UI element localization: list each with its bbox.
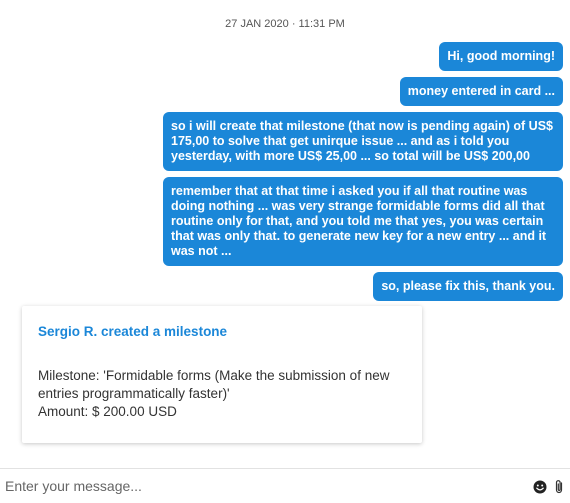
milestone-card-body: Milestone: 'Formidable forms (Make the s… [38, 367, 406, 421]
emoji-icon[interactable] [533, 480, 547, 494]
message-composer [0, 468, 570, 503]
milestone-amount: Amount: $ 200.00 USD [38, 404, 177, 419]
milestone-card: Sergio R. created a milestone Milestone:… [22, 306, 422, 443]
message-bubble: money entered in card ... [399, 77, 563, 106]
message-input[interactable] [5, 476, 515, 496]
chat-window: 27 JAN 2020 · 11:31 PM Hi, good morning!… [0, 0, 570, 503]
message-bubble: Hi, good morning! [439, 42, 563, 71]
milestone-description: Milestone: 'Formidable forms (Make the s… [38, 368, 390, 401]
message-bubble: so, please fix this, thank you. [373, 272, 563, 301]
milestone-card-title: Sergio R. created a milestone [38, 324, 228, 339]
conversation-timestamp: 27 JAN 2020 · 11:31 PM [225, 18, 345, 30]
paperclip-icon[interactable] [553, 479, 565, 495]
message-list: Hi, good morning! money entered in card … [133, 42, 563, 307]
message-bubble: so i will create that milestone (that no… [163, 112, 563, 171]
message-bubble: remember that at that time i asked you i… [163, 177, 563, 266]
